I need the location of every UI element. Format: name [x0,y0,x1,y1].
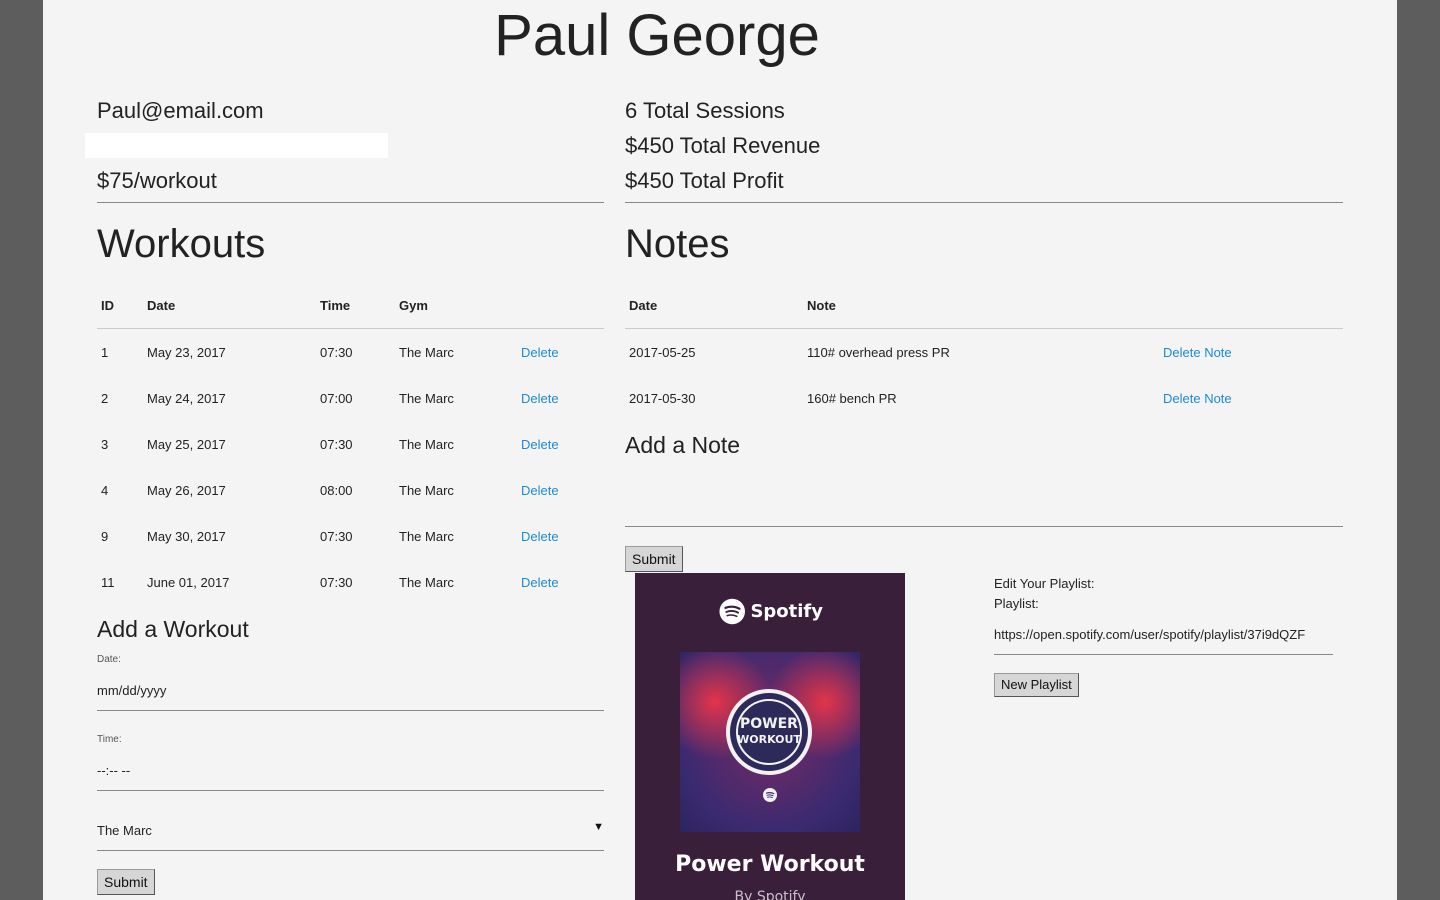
spotify-logo: Spotify [719,596,823,626]
workout-date: June 01, 2017 [147,575,230,590]
col-note-date: Date [629,298,658,313]
workout-date: May 30, 2017 [147,529,226,544]
client-name: Paul George [494,3,820,68]
workouts-header-divider [97,328,604,329]
badge-text-line2: WORKOUT [737,733,801,746]
delete-workout-link[interactable]: Delete [521,529,559,544]
playlist-title: Power Workout [675,852,865,877]
new-playlist-button[interactable]: New Playlist [994,673,1079,697]
submit-note-button[interactable]: Submit [625,546,683,572]
playlist-url-input[interactable]: https://open.spotify.com/user/spotify/pl… [994,627,1333,642]
playlist-byline: By Spotify [734,889,806,900]
workout-id: 1 [101,345,109,360]
delete-note-link[interactable]: Delete Note [1163,345,1232,360]
time-field-label: Time: [97,734,122,745]
submit-workout-button[interactable]: Submit [97,869,155,895]
total-profit: $450 Total Profit [625,168,784,193]
col-date: Date [147,298,176,313]
delete-workout-link[interactable]: Delete [521,437,559,452]
workout-time: 07:00 [320,391,353,406]
add-note-heading: Add a Note [625,432,741,458]
gym-select-underline [97,850,604,851]
delete-workout-link[interactable]: Delete [521,345,559,360]
workout-time: 08:00 [320,483,353,498]
gym-select-value: The Marc [97,823,152,838]
notes-heading: Notes [625,222,730,266]
profile-page: Paul George Paul@email.com $75/workout 6… [43,0,1397,900]
col-gym: Gym [399,298,428,313]
delete-workout-link[interactable]: Delete [521,575,559,590]
add-workout-heading: Add a Workout [97,616,249,642]
workout-gym: The Marc [399,483,454,498]
workout-gym: The Marc [399,437,454,452]
date-input[interactable]: mm/dd/yyyy [97,683,604,698]
playlist-label: Playlist: [994,596,1039,611]
workouts-heading: Workouts [97,222,266,266]
playlist-url-underline [994,654,1333,655]
spotify-brand: Spotify [750,600,823,622]
total-sessions: 6 Total Sessions [625,98,785,123]
note-date: 2017-05-25 [629,345,696,360]
chevron-down-icon: ▼ [593,821,604,833]
client-email: Paul@email.com [97,98,264,123]
workout-gym: The Marc [399,345,454,360]
workout-time: 07:30 [320,437,353,452]
workout-date: May 24, 2017 [147,391,226,406]
edit-playlist-label: Edit Your Playlist: [994,576,1095,591]
date-input-underline [97,710,604,711]
gym-select[interactable]: The Marc ▼ [97,818,604,846]
col-id: ID [101,298,114,313]
workout-id: 2 [101,391,109,406]
time-input-underline [97,790,604,791]
power-workout-badge: POWER WORKOUT [726,689,812,775]
workout-id: 9 [101,529,109,544]
left-divider [97,202,604,203]
workout-time: 07:30 [320,575,353,590]
note-date: 2017-05-30 [629,391,696,406]
notes-header-divider [625,328,1343,329]
workout-gym: The Marc [399,391,454,406]
right-divider [625,202,1343,203]
workout-time: 07:30 [320,345,353,360]
workout-date: May 25, 2017 [147,437,226,452]
client-rate: $75/workout [97,168,217,193]
workout-date: May 23, 2017 [147,345,226,360]
note-text: 160# bench PR [807,391,897,406]
note-input-underline [625,526,1343,527]
spotify-small-icon [763,788,777,802]
spotify-player[interactable]: Spotify POWER WORKOUT Power Workout By S… [635,573,905,900]
col-note: Note [807,298,836,313]
col-time: Time [320,298,351,313]
note-text: 110# overhead press PR [807,345,950,360]
playlist-cover: POWER WORKOUT [680,652,860,832]
client-edit-field[interactable] [85,133,388,158]
workout-date: May 26, 2017 [147,483,226,498]
workout-id: 4 [101,483,109,498]
workout-time: 07:30 [320,529,353,544]
delete-workout-link[interactable]: Delete [521,391,559,406]
spotify-icon [719,598,745,624]
workout-id: 11 [101,575,115,590]
workout-gym: The Marc [399,529,454,544]
delete-workout-link[interactable]: Delete [521,483,559,498]
note-input[interactable] [625,470,1343,525]
time-input[interactable]: --:-- -- [97,763,604,778]
total-revenue: $450 Total Revenue [625,133,821,158]
delete-note-link[interactable]: Delete Note [1163,391,1232,406]
workout-gym: The Marc [399,575,454,590]
workout-id: 3 [101,437,109,452]
date-field-label: Date: [97,654,121,665]
badge-text-line1: POWER [740,716,798,732]
